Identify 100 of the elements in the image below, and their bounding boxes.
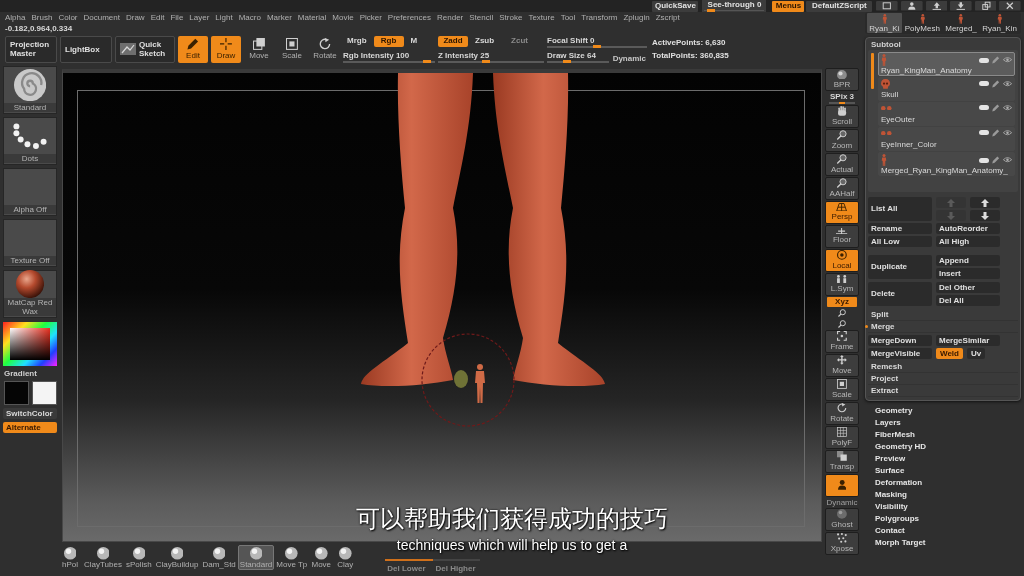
slider-thumb[interactable] (707, 9, 716, 12)
pencil-icon[interactable] (992, 156, 1000, 164)
merge-option-button[interactable]: Uv (966, 348, 986, 359)
menu-item[interactable]: Marker (266, 13, 292, 22)
menu-item[interactable]: Stroke (499, 13, 523, 22)
focal-shift-slider[interactable]: Focal Shift 0 (547, 35, 647, 48)
stroke-button[interactable]: Dots (3, 117, 57, 165)
append-button[interactable]: Append (936, 255, 1000, 266)
auto-reorder-button[interactable]: AutoReorder (936, 223, 1000, 234)
draw-size-slider[interactable]: Draw Size 64 (547, 50, 609, 63)
menu-item[interactable]: Texture (528, 13, 555, 22)
rgb-intensity-slider[interactable]: Rgb Intensity 100 (343, 50, 435, 63)
pencil-icon[interactable] (992, 129, 1000, 137)
palette-item[interactable]: Surface (875, 466, 905, 475)
eye-icon[interactable] (1003, 81, 1012, 87)
menu-item[interactable]: Draw (125, 13, 145, 22)
subtool-item[interactable]: EyeOuter (878, 102, 1015, 126)
sculpt-mode-button[interactable]: Zadd (438, 35, 468, 47)
view-button[interactable]: Actual (825, 152, 859, 176)
material-button[interactable]: MatCap Red Wax (3, 270, 57, 318)
view-button[interactable]: Local (825, 248, 859, 272)
brush-button[interactable]: hPol (58, 545, 82, 570)
view-button[interactable]: Scroll (825, 104, 859, 128)
all-low-button[interactable]: All Low (868, 236, 932, 247)
quick-sketch-button[interactable]: Quick Sketch (115, 35, 175, 63)
menu-item[interactable]: Zscript (655, 13, 680, 22)
subtool-item[interactable]: Merged_Ryan_KingMan_Anatomy_ (878, 152, 1015, 176)
switch-icon[interactable] (979, 105, 990, 111)
subpalette-header[interactable]: Extract (868, 385, 1018, 397)
view-button[interactable]: Move (825, 353, 859, 377)
tool-thumbnail[interactable]: Ryan_Ki (867, 13, 902, 33)
upload-icon[interactable] (925, 1, 948, 11)
slider-thumb[interactable] (839, 101, 845, 104)
small-view-button[interactable] (835, 318, 849, 329)
view-button[interactable] (825, 473, 859, 497)
subpalette-header[interactable]: Split (868, 309, 1018, 321)
view-button[interactable]: AAHalf (825, 176, 859, 200)
palette-item[interactable]: Deformation (875, 478, 923, 487)
tool-thumbnail[interactable]: Merged_ (943, 13, 979, 33)
toolbar-button[interactable]: Projection Master (5, 35, 57, 63)
palette-item[interactable]: Contact (875, 526, 905, 535)
switch-color-button[interactable]: SwitchColor (3, 408, 57, 419)
tool-thumbnail[interactable]: Ryan_Kin (980, 13, 1019, 33)
menu-item[interactable]: Stencil (469, 13, 494, 22)
menu-item[interactable]: Light (215, 13, 233, 22)
menu-item[interactable]: Transform (581, 13, 618, 22)
download-icon[interactable] (950, 1, 972, 11)
view-button[interactable]: BPR (825, 68, 859, 91)
small-view-button[interactable] (835, 307, 849, 318)
menu-item[interactable]: Alpha (5, 13, 26, 22)
tool-thumbnail[interactable]: PolyMesh (902, 13, 943, 33)
view-button[interactable]: Xpose (825, 531, 859, 555)
draw-button[interactable]: Draw (211, 35, 241, 63)
switch-icon[interactable] (979, 81, 990, 87)
palette-item[interactable]: Masking (875, 490, 907, 499)
delete-all-button[interactable]: Del All (936, 295, 1000, 306)
view-button[interactable]: Transp (825, 449, 859, 473)
close-icon[interactable] (999, 1, 1021, 11)
view-button[interactable]: L.Sym (825, 272, 859, 296)
menu-item[interactable]: Picker (359, 13, 382, 22)
color-picker[interactable] (3, 322, 57, 366)
menu-item[interactable]: Document (83, 13, 120, 22)
view-button[interactable]: PolyF (825, 425, 859, 449)
subpalette-header[interactable]: Merge (868, 321, 1018, 333)
menu-item[interactable]: Macro (238, 13, 261, 22)
arrow-button[interactable] (970, 197, 1000, 208)
delete-button[interactable]: Delete (868, 282, 932, 306)
merge-option-button[interactable]: MergeVisible (868, 348, 932, 359)
palette-item[interactable]: Morph Target (875, 538, 926, 547)
brush-button[interactable]: Standard (3, 66, 57, 114)
view-button[interactable]: Rotate (825, 401, 859, 425)
menu-item[interactable]: Render (437, 13, 464, 22)
brush-button[interactable]: ClayTubes (82, 545, 124, 570)
palette-item[interactable]: FiberMesh (875, 430, 915, 439)
script-button[interactable]: DefaultZScript (806, 0, 873, 12)
eye-icon[interactable] (1003, 57, 1012, 63)
scale-button[interactable]: Scale (277, 35, 307, 63)
subtool-item[interactable]: EyeInner_Color (878, 127, 1015, 151)
all-high-button[interactable]: All High (936, 236, 1000, 247)
color-mode-button[interactable]: Mrgb (343, 35, 371, 47)
menu-item[interactable]: Layer (189, 13, 210, 22)
edit-button[interactable]: Edit (178, 35, 208, 63)
slider-thumb[interactable] (422, 60, 431, 64)
rotate-button[interactable]: Rotate (310, 35, 340, 63)
palette-item[interactable]: Visibility (875, 502, 908, 511)
brush-button[interactable]: sPolish (123, 545, 154, 570)
brush-button[interactable]: Move Tp (274, 545, 310, 570)
palette-item[interactable]: Layers (875, 418, 901, 427)
spix-slider[interactable]: SPix 3 (825, 92, 859, 104)
menu-item[interactable]: Edit (150, 13, 165, 22)
eye-icon[interactable] (1003, 157, 1012, 163)
subtool-item[interactable]: Skull (878, 77, 1015, 101)
menu-item[interactable]: Preferences (387, 13, 431, 22)
alternate-button[interactable]: Alternate (3, 422, 57, 433)
delete-other-button[interactable]: Del Other (936, 282, 1000, 293)
slider-thumb[interactable] (482, 60, 491, 64)
arrow-button[interactable] (970, 210, 1000, 221)
view-button[interactable]: Ghost (825, 507, 859, 531)
palette-item[interactable]: Preview (875, 454, 906, 463)
switch-icon[interactable] (979, 157, 990, 163)
